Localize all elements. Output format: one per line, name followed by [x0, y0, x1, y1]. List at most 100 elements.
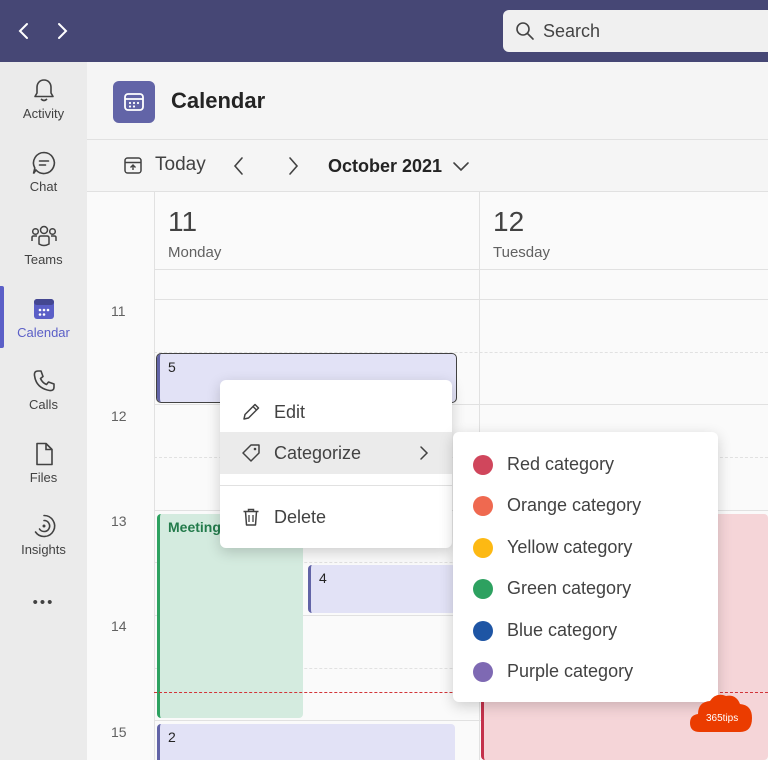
category-label: Red category — [507, 454, 615, 474]
calendar-app-icon — [113, 81, 155, 123]
calendar-icon — [33, 299, 54, 319]
search-box[interactable] — [503, 10, 768, 52]
file-icon — [35, 442, 53, 466]
back-button[interactable] — [12, 18, 36, 44]
category-submenu: Red category Orange category Yellow cate… — [453, 432, 718, 702]
calendar-today-icon — [124, 157, 142, 174]
event-title: 5 — [168, 359, 176, 375]
app-header: Calendar — [87, 62, 768, 140]
day-name: Tuesday — [493, 244, 550, 261]
forward-button[interactable] — [50, 18, 74, 44]
menu-item-edit[interactable]: Edit — [220, 391, 452, 433]
event-context-menu: Edit Categorize Delete — [220, 380, 452, 548]
rail-label: Insights — [21, 542, 66, 557]
more-icon: ••• — [32, 594, 55, 611]
rail-item-calls[interactable]: Calls — [0, 367, 87, 427]
rail-label: Files — [29, 470, 58, 485]
month-picker[interactable]: October 2021 — [328, 156, 470, 177]
page-title: Calendar — [171, 88, 266, 113]
category-green[interactable]: Green category — [453, 568, 718, 609]
rail-item-teams[interactable]: Teams — [0, 222, 87, 282]
category-red[interactable]: Red category — [453, 444, 718, 485]
grid-line — [154, 352, 768, 353]
category-orange[interactable]: Orange category — [453, 485, 718, 526]
event-block[interactable]: 4 — [308, 565, 456, 613]
blue-dot-icon — [473, 620, 493, 641]
chat-icon — [32, 151, 55, 175]
brand-watermark: 365tips — [688, 692, 754, 734]
event-title: 4 — [319, 570, 327, 586]
category-label: Orange category — [507, 495, 642, 515]
time-gutter: 11 12 13 14 15 — [87, 192, 154, 760]
hour-label: 13 — [111, 513, 127, 529]
calendar-toolbar: Today October 2021 — [87, 140, 768, 192]
chevron-right-icon — [420, 446, 429, 460]
purple-dot-icon — [473, 661, 493, 682]
month-label: October 2021 — [328, 156, 443, 176]
menu-item-categorize[interactable]: Categorize — [220, 432, 452, 474]
yellow-dot-icon — [473, 537, 493, 558]
grid-line — [154, 299, 768, 300]
day-header-monday[interactable]: 11 Monday — [154, 192, 479, 270]
previous-week-button[interactable] — [227, 152, 251, 180]
category-label: Purple category — [507, 661, 634, 681]
tag-icon — [242, 444, 260, 462]
category-purple[interactable]: Purple category — [453, 651, 718, 692]
today-label: Today — [155, 154, 206, 175]
chevron-down-icon — [453, 161, 469, 171]
search-input[interactable] — [543, 20, 743, 42]
hour-label: 11 — [111, 303, 126, 319]
rail-label: Calendar — [17, 325, 70, 340]
bell-icon — [33, 79, 54, 102]
rail-item-chat[interactable]: Chat — [0, 149, 87, 209]
category-label: Blue category — [507, 620, 618, 640]
rail-label: Chat — [29, 179, 58, 194]
title-bar — [0, 0, 768, 62]
day-name: Monday — [168, 244, 222, 261]
chevron-right-icon — [289, 157, 299, 175]
teams-icon — [30, 225, 57, 247]
menu-item-label: Categorize — [274, 442, 362, 463]
hour-label: 12 — [111, 408, 127, 424]
app-rail: Activity Chat Teams Calendar Calls Files… — [0, 62, 87, 760]
chevron-left-icon — [233, 157, 243, 175]
insights-icon — [34, 514, 55, 538]
chevron-right-icon — [58, 23, 68, 39]
menu-item-label: Delete — [274, 506, 327, 527]
rail-label: Activity — [22, 106, 65, 121]
day-header-tuesday[interactable]: 12 Tuesday — [479, 192, 768, 270]
rail-item-activity[interactable]: Activity — [0, 76, 87, 136]
today-button[interactable]: Today — [123, 154, 206, 176]
menu-item-delete[interactable]: Delete — [220, 496, 452, 538]
rail-item-insights[interactable]: Insights — [0, 512, 87, 572]
day-number: 12 — [493, 206, 525, 237]
event-title: 2 — [168, 729, 176, 745]
category-label: Green category — [507, 578, 632, 598]
category-blue[interactable]: Blue category — [453, 610, 718, 651]
hour-label: 14 — [111, 618, 127, 634]
next-week-button[interactable] — [281, 152, 305, 180]
green-dot-icon — [473, 578, 493, 599]
category-yellow[interactable]: Yellow category — [453, 527, 718, 568]
rail-label: Teams — [24, 252, 63, 267]
rail-item-more[interactable]: ••• — [0, 594, 87, 624]
search-icon — [516, 22, 534, 40]
orange-dot-icon — [473, 495, 493, 516]
rail-label: Calls — [29, 397, 58, 412]
event-block[interactable]: 2 — [157, 724, 455, 760]
day-number: 11 — [168, 206, 198, 237]
menu-divider — [220, 485, 452, 486]
pencil-icon — [243, 403, 260, 420]
rail-item-calendar[interactable]: Calendar — [0, 295, 87, 355]
menu-item-label: Edit — [274, 401, 306, 422]
rail-item-files[interactable]: Files — [0, 440, 87, 500]
hour-label: 15 — [111, 724, 127, 740]
chevron-left-icon — [18, 23, 28, 39]
category-label: Yellow category — [507, 537, 633, 557]
red-dot-icon — [473, 454, 493, 475]
event-title: Meeting — [168, 519, 221, 535]
trash-icon — [243, 508, 259, 526]
phone-icon — [33, 370, 55, 392]
watermark-text: 365tips — [706, 713, 739, 724]
calendar-icon — [124, 93, 144, 111]
